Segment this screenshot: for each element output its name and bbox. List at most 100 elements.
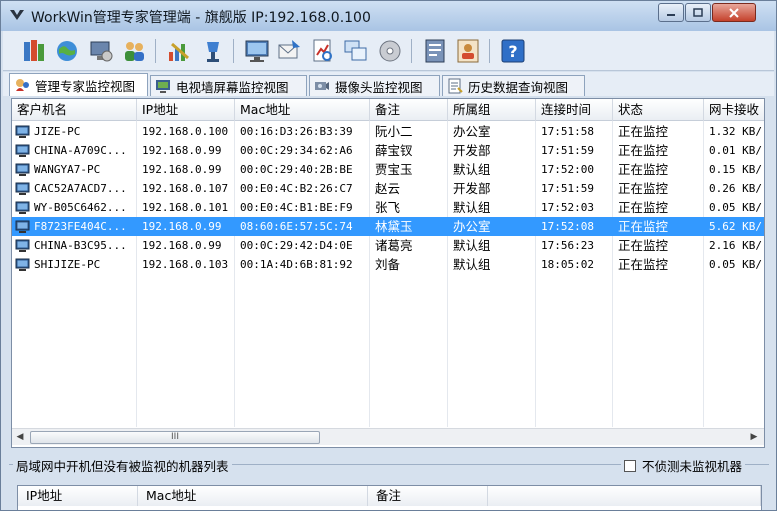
unmonitored-table[interactable]: IP地址 Mac地址 备注 — [17, 485, 762, 510]
globe-icon[interactable] — [54, 38, 80, 64]
table-cell: 阮小二 — [375, 124, 413, 139]
table-cell: 17:51:59 — [541, 182, 594, 195]
title-bar[interactable]: WorkWin管理专家管理端 - 旗舰版 IP:192.168.0.100 — [1, 1, 776, 31]
column-header[interactable]: 状态 — [613, 99, 704, 121]
computer-settings-icon[interactable] — [88, 38, 114, 64]
minimize-button[interactable] — [658, 3, 684, 22]
maximize-button[interactable] — [685, 3, 711, 22]
table-cell: 17:52:03 — [541, 201, 594, 214]
table-cell: 00:E0:4C:B2:26:C7 — [240, 182, 353, 195]
app-logo-icon — [10, 10, 24, 20]
table-cell: 17:51:58 — [541, 125, 594, 138]
checkbox-box[interactable] — [624, 459, 636, 472]
table-cell: 17:51:59 — [541, 144, 594, 157]
column-header[interactable]: Mac地址 — [235, 99, 370, 121]
table-cell: 00:0C:29:40:2B:BE — [240, 163, 353, 176]
table-cell: 0.01 KB/ — [709, 144, 762, 157]
column-header[interactable]: 所属组 — [448, 99, 536, 121]
table-row[interactable]: CHINA-A709C... 192.168.0.99 00:0C:29:34:62… — [12, 141, 764, 160]
table-row[interactable]: CAC52A7ACD7... 192.168.0.107 00:E0:4C:B2:2… — [12, 179, 764, 198]
table-cell: 刘备 — [375, 257, 401, 272]
table-cell: 正在监控 — [618, 257, 669, 272]
table-cell: 0.05 KB/ — [709, 201, 762, 214]
table-cell: 192.168.0.99 — [142, 220, 222, 233]
table-cell: 默认组 — [453, 257, 491, 272]
table-row[interactable]: SHIJIZE-PC 192.168.0.103 00:1A:4D:6B:81:92… — [12, 255, 764, 274]
close-icon — [729, 7, 739, 18]
table-cell: 0.15 KB/ — [709, 163, 762, 176]
send-message-icon[interactable] — [276, 38, 302, 64]
table-cell: JIZE-PC — [34, 125, 81, 138]
chart-pen-icon[interactable] — [166, 38, 192, 64]
document-chart-icon[interactable] — [310, 38, 336, 64]
users-icon[interactable] — [121, 38, 147, 64]
table-row[interactable]: WANGYA7-PC 192.168.0.99 00:0C:29:40:2B:BE 贾… — [12, 160, 764, 179]
table-cell: 正在监控 — [618, 124, 669, 139]
table-cell: 张飞 — [375, 200, 401, 215]
disc-icon[interactable] — [377, 38, 403, 64]
table-row[interactable]: WY-B05C6462... 192.168.0.101 00:E0:4C:B1:B… — [12, 198, 764, 217]
table-cell: WY-B05C6462... — [34, 201, 127, 214]
table-cell: 办公室 — [453, 219, 491, 234]
table-cell: 0.26 KB/ — [709, 182, 762, 195]
table-cell: 5.62 KB/ — [709, 220, 762, 233]
column-header[interactable]: IP地址 — [137, 99, 235, 121]
horizontal-scrollbar[interactable]: ◀ III ▶ — [12, 428, 764, 445]
table-cell: 诸葛亮 — [375, 238, 413, 253]
tab-camera-view[interactable]: 摄像头监控视图 — [309, 75, 440, 96]
column-header[interactable]: 备注 — [368, 486, 488, 506]
close-button[interactable] — [712, 3, 756, 22]
maximize-icon — [693, 8, 703, 17]
column-header[interactable]: IP地址 — [18, 486, 138, 506]
computer-icon — [15, 144, 30, 157]
table-cell: 18:05:02 — [541, 258, 594, 271]
computer-icon — [15, 239, 30, 252]
scroll-right-icon[interactable]: ▶ — [748, 431, 760, 443]
lamp-icon[interactable] — [200, 38, 226, 64]
tab-monitor-view[interactable]: 管理专家监控视图 — [9, 73, 148, 96]
column-header[interactable]: Mac地址 — [138, 486, 368, 506]
column-header[interactable]: 备注 — [370, 99, 448, 121]
table-row[interactable]: CHINA-B3C95... 192.168.0.99 00:0C:29:42:D4… — [12, 236, 764, 255]
scroll-thumb[interactable]: III — [30, 431, 320, 444]
books-icon[interactable] — [21, 38, 47, 64]
table-cell: 192.168.0.101 — [142, 201, 229, 214]
column-header — [488, 486, 761, 506]
table-cell: 正在监控 — [618, 143, 669, 158]
minimize-icon — [667, 13, 675, 16]
table-cell: 正在监控 — [618, 238, 669, 253]
table-cell: 默认组 — [453, 200, 491, 215]
windows-icon[interactable] — [343, 38, 369, 64]
table-cell: 192.168.0.99 — [142, 239, 222, 252]
table-cell: 192.168.0.100 — [142, 125, 229, 138]
person-card-icon[interactable] — [455, 38, 481, 64]
column-header[interactable]: 网卡接收 — [704, 99, 764, 121]
table-cell: 17:52:08 — [541, 220, 594, 233]
tab-tv-wall-view[interactable]: 电视墙屏幕监控视图 — [150, 75, 307, 96]
client-table[interactable]: 客户机名 IP地址 Mac地址 备注 所属组 连接时间 状态 网卡接收 JIZE… — [11, 98, 765, 448]
tab-label: 摄像头监控视图 — [335, 79, 423, 95]
help-icon[interactable]: ? — [500, 38, 526, 64]
column-header[interactable]: 客户机名 — [12, 99, 137, 121]
camera-icon — [315, 82, 329, 90]
table-cell: CHINA-B3C95... — [34, 239, 127, 252]
table-cell: 办公室 — [453, 124, 491, 139]
table-cell: 默认组 — [453, 162, 491, 177]
scroll-left-icon[interactable]: ◀ — [14, 431, 26, 443]
table-cell: 00:1A:4D:6B:81:92 — [240, 258, 353, 271]
table-cell: CHINA-A709C... — [34, 144, 127, 157]
table-cell: 赵云 — [375, 181, 401, 196]
report-icon[interactable] — [422, 38, 448, 64]
table-cell: 192.168.0.99 — [142, 144, 222, 157]
tab-history-view[interactable]: 历史数据查询视图 — [442, 75, 585, 96]
column-header[interactable]: 连接时间 — [536, 99, 613, 121]
monitor-icon[interactable] — [244, 38, 270, 64]
window-title: WorkWin管理专家管理端 - 旗舰版 IP:192.168.0.100 — [31, 10, 371, 26]
table-row[interactable]: F8723FE404C... 192.168.0.99 08:60:6E:57:5C… — [12, 217, 764, 236]
table-row[interactable]: JIZE-PC 192.168.0.100 00:16:D3:26:B3:39 阮小二… — [12, 122, 764, 141]
computer-icon — [15, 182, 30, 195]
no-detect-checkbox[interactable]: 不侦测未监视机器 — [621, 456, 746, 475]
table-cell: 开发部 — [453, 181, 491, 196]
table-cell: CAC52A7ACD7... — [34, 182, 127, 195]
computer-icon — [15, 258, 30, 271]
